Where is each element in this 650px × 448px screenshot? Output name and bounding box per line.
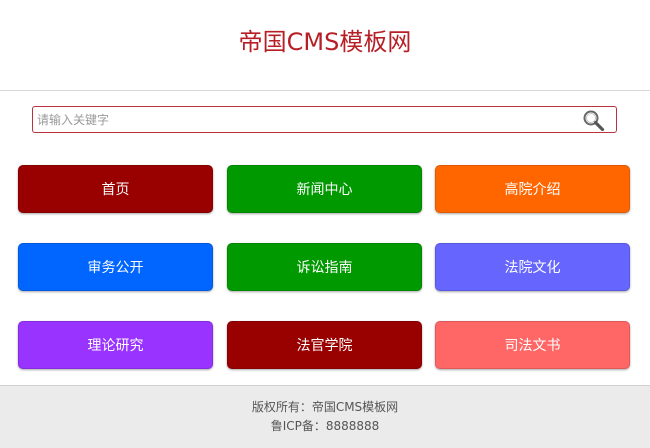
search-button[interactable] <box>582 109 606 132</box>
page-footer: 版权所有：帝国CMS模板网 鲁ICP备：8888888 <box>0 385 650 448</box>
nav-button-theory-research[interactable]: 理论研究 <box>18 321 213 369</box>
nav-button-litigation-guide[interactable]: 诉讼指南 <box>227 243 422 291</box>
search-input[interactable] <box>37 109 567 130</box>
search-bar <box>32 106 617 133</box>
site-title[interactable]: 帝国CMS模板网 <box>0 26 650 58</box>
footer-icp: 鲁ICP备：8888888 <box>270 419 380 433</box>
footer-copyright: 版权所有：帝国CMS模板网 <box>251 400 399 414</box>
nav-button-judges-college[interactable]: 法官学院 <box>227 321 422 369</box>
nav-button-judicial-documents[interactable]: 司法文书 <box>435 321 630 369</box>
nav-button-trial-affairs[interactable]: 审务公开 <box>18 243 213 291</box>
nav-button-court-culture[interactable]: 法院文化 <box>435 243 630 291</box>
search-icon <box>583 110 605 132</box>
nav-button-court-intro[interactable]: 高院介绍 <box>435 165 630 213</box>
nav-button-news[interactable]: 新闻中心 <box>227 165 422 213</box>
nav-button-home[interactable]: 首页 <box>18 165 213 213</box>
page-header: 帝国CMS模板网 <box>0 0 650 91</box>
